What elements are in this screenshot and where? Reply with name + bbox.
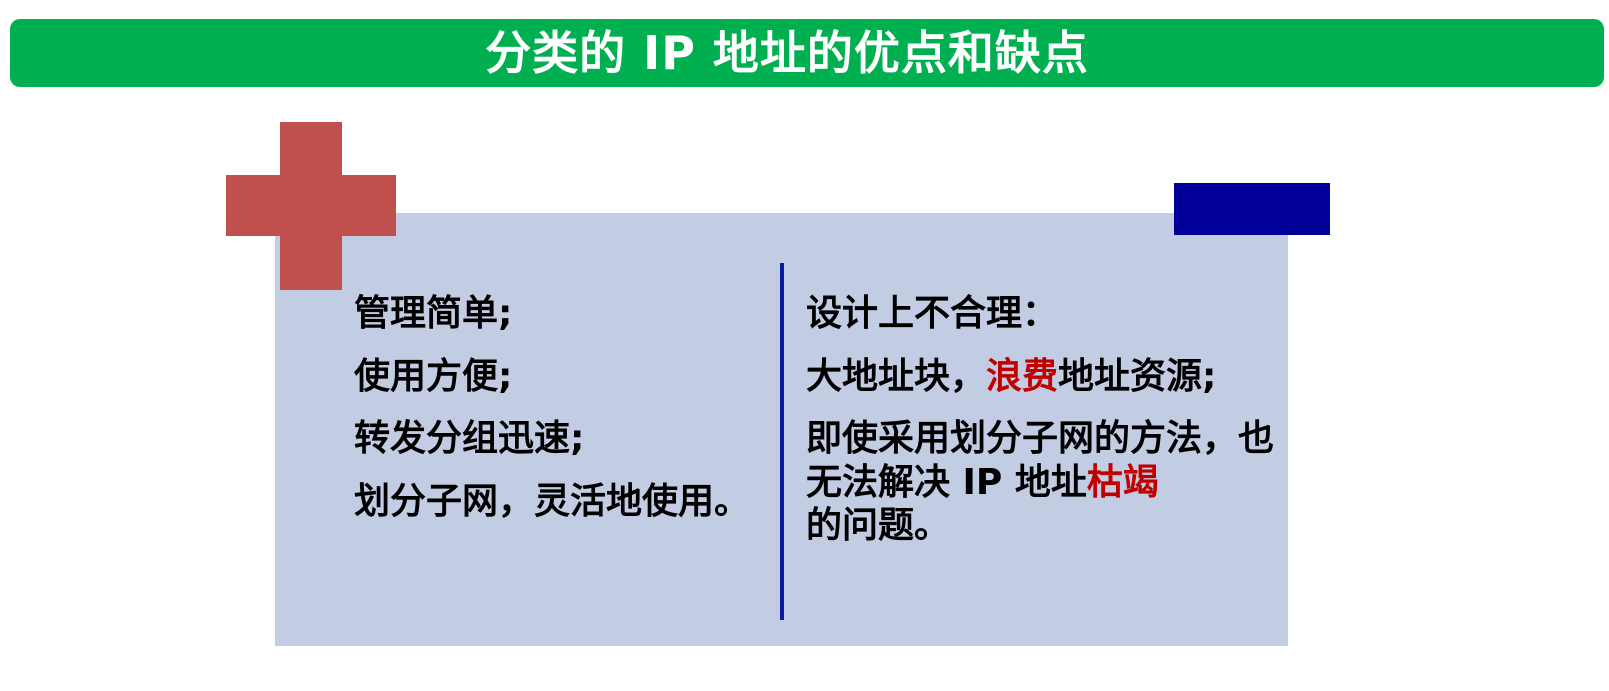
disadvantage-text: 大地址块， bbox=[806, 355, 987, 397]
highlight-text: 枯竭 bbox=[1086, 461, 1159, 503]
advantage-item: 划分子网，灵活地使用。 bbox=[354, 481, 751, 523]
disadvantage-text: 即使采用划分子网的方法，也无法解决 IP 地址 bbox=[806, 418, 1275, 503]
advantages-list: 管理简单; 使用方便; 转发分组迅速; 划分子网，灵活地使用。 bbox=[354, 292, 774, 543]
advantage-item: 转发分组迅速; bbox=[354, 418, 585, 460]
advantage-item: 使用方便; bbox=[354, 355, 513, 397]
disadvantages-list: 设计上不合理： 大地址块，浪费地址资源; 即使采用划分子网的方法，也无法解决 I… bbox=[806, 292, 1276, 547]
disadvantage-text: 地址资源; bbox=[1058, 355, 1217, 397]
disadvantage-text: 的问题。 bbox=[806, 504, 951, 546]
disadvantage-item: 大地址块，浪费地址资源; bbox=[806, 355, 1276, 398]
highlight-text: 浪费 bbox=[986, 355, 1059, 397]
page-title: 分类的 IP 地址的优点和缺点 bbox=[485, 26, 1089, 80]
advantage-item: 管理简单; bbox=[354, 293, 513, 334]
disadvantages-heading: 设计上不合理： bbox=[806, 293, 1059, 334]
plus-icon-horizontal-bar bbox=[226, 175, 396, 236]
minus-icon bbox=[1174, 183, 1330, 235]
disadvantage-item: 即使采用划分子网的方法，也无法解决 IP 地址枯竭的问题。 bbox=[806, 417, 1276, 547]
title-bar: 分类的 IP 地址的优点和缺点 bbox=[10, 19, 1604, 87]
column-divider bbox=[780, 263, 784, 620]
